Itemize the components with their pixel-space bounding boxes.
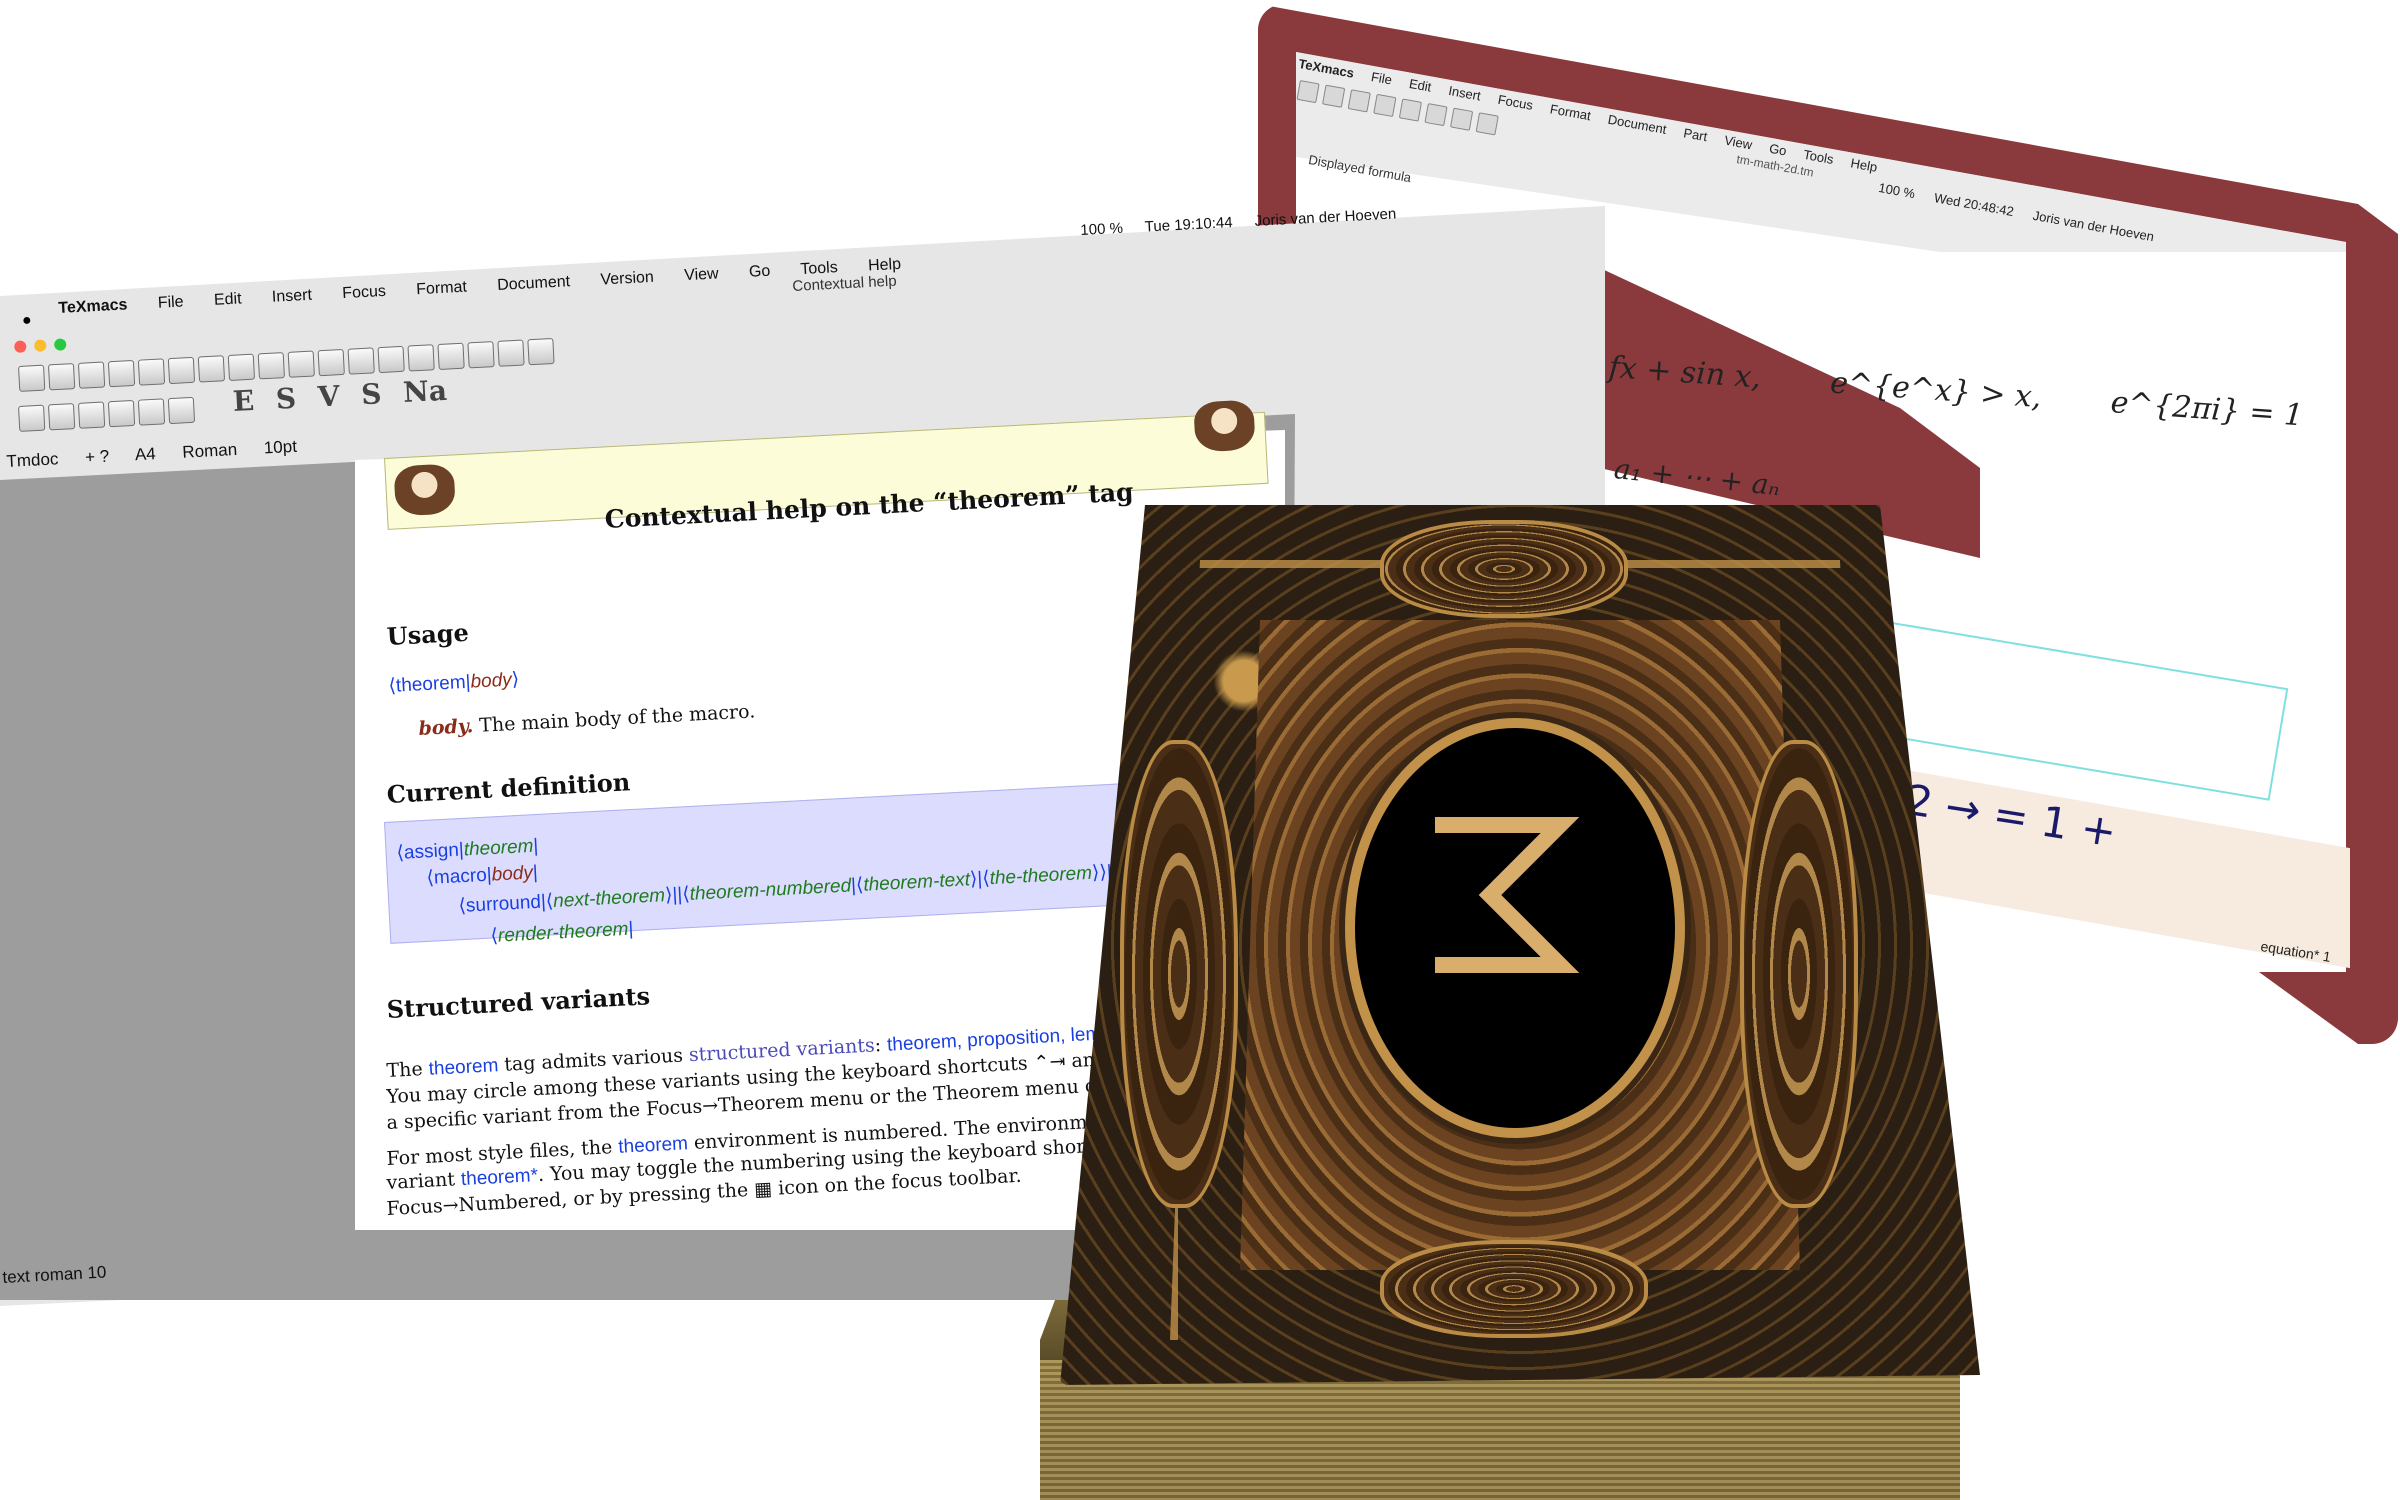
numbering-icon[interactable]: ▦ bbox=[754, 1178, 773, 1201]
book-bottom-cartouche bbox=[1380, 1240, 1648, 1338]
print-icon[interactable] bbox=[137, 358, 166, 386]
edit-icon[interactable] bbox=[107, 359, 136, 388]
zoom-button[interactable] bbox=[53, 338, 67, 351]
replace-icon[interactable] bbox=[347, 347, 375, 375]
toolbar-icon[interactable] bbox=[1424, 103, 1448, 127]
font-selector[interactable]: Roman bbox=[182, 440, 238, 462]
export-icon[interactable] bbox=[197, 355, 226, 383]
gnu-logo-icon bbox=[393, 463, 456, 517]
menu-app-name[interactable]: TeXmacs bbox=[58, 296, 128, 317]
menu-insert[interactable]: Insert bbox=[272, 287, 313, 306]
menu-help[interactable]: Help bbox=[868, 256, 902, 275]
tag-link[interactable]: theorem bbox=[395, 672, 466, 697]
toolbar-icon[interactable] bbox=[1475, 112, 1499, 136]
redo-icon[interactable] bbox=[437, 342, 465, 370]
verbatim-button[interactable]: V bbox=[317, 379, 340, 413]
battery-label: 100 % bbox=[1080, 219, 1124, 239]
save-icon[interactable] bbox=[77, 361, 106, 389]
name-button[interactable]: Na bbox=[402, 374, 447, 409]
toolbar-icon[interactable] bbox=[1296, 80, 1320, 104]
toolbar-icon[interactable] bbox=[1322, 84, 1346, 108]
toolbar-icon[interactable] bbox=[1449, 107, 1474, 131]
columns-icon[interactable] bbox=[137, 398, 166, 426]
copy-icon[interactable] bbox=[227, 353, 256, 381]
menu-go[interactable]: Go bbox=[749, 263, 771, 281]
clipboard-icon[interactable] bbox=[287, 350, 315, 378]
menu-focus[interactable]: Focus bbox=[342, 283, 386, 302]
indent-icon[interactable] bbox=[107, 399, 136, 428]
undo-icon[interactable] bbox=[407, 344, 435, 372]
paste-icon[interactable] bbox=[257, 352, 285, 380]
toolbar-icon[interactable] bbox=[1373, 93, 1397, 118]
strong-button[interactable]: S bbox=[275, 382, 297, 416]
sans-button[interactable]: S bbox=[360, 377, 382, 411]
menu-document[interactable]: Document bbox=[497, 273, 571, 294]
emphasize-button[interactable]: E bbox=[232, 384, 255, 418]
align-icon[interactable] bbox=[77, 401, 106, 429]
spell-icon[interactable] bbox=[377, 345, 405, 374]
book-side-cartouche bbox=[1740, 740, 1858, 1208]
cut-icon[interactable] bbox=[167, 356, 196, 385]
book-side-cartouche bbox=[1120, 740, 1238, 1208]
menu-edit[interactable]: Edit bbox=[214, 290, 242, 308]
back-arrow-icon[interactable] bbox=[467, 341, 495, 369]
arg-name: body bbox=[470, 669, 513, 693]
home-icon[interactable] bbox=[497, 339, 525, 367]
paragraph-style-icon[interactable] bbox=[18, 404, 46, 432]
menu-version[interactable]: Version bbox=[600, 269, 654, 289]
font-size-selector[interactable]: 10pt bbox=[263, 437, 297, 458]
minimize-button[interactable] bbox=[33, 339, 47, 352]
back-menu-item[interactable]: Go bbox=[1768, 141, 1788, 159]
layout-icon[interactable] bbox=[167, 396, 196, 425]
paper-size-selector[interactable]: A4 bbox=[134, 444, 156, 464]
texmacs-logo-icon bbox=[1435, 817, 1580, 973]
new-document-icon[interactable] bbox=[18, 364, 46, 392]
book-top-cartouche bbox=[1380, 520, 1628, 618]
package-selector[interactable]: + ? bbox=[85, 447, 110, 467]
usage-heading: Usage bbox=[386, 617, 470, 651]
forward-arrow-icon[interactable] bbox=[527, 337, 555, 366]
find-icon[interactable] bbox=[317, 348, 345, 377]
menu-file[interactable]: File bbox=[157, 293, 184, 311]
gnu-logo-icon bbox=[1193, 399, 1256, 453]
open-icon[interactable] bbox=[47, 363, 76, 391]
toolbar-icon[interactable] bbox=[1398, 98, 1423, 122]
close-button[interactable] bbox=[14, 340, 27, 353]
menu-format[interactable]: Format bbox=[416, 279, 467, 299]
toolbar-icon[interactable] bbox=[1347, 89, 1371, 113]
menu-view[interactable]: View bbox=[684, 265, 719, 284]
apple-icon[interactable]: ● bbox=[22, 312, 32, 330]
style-selector[interactable]: Tmdoc bbox=[6, 449, 59, 471]
list-icon[interactable] bbox=[47, 403, 76, 431]
